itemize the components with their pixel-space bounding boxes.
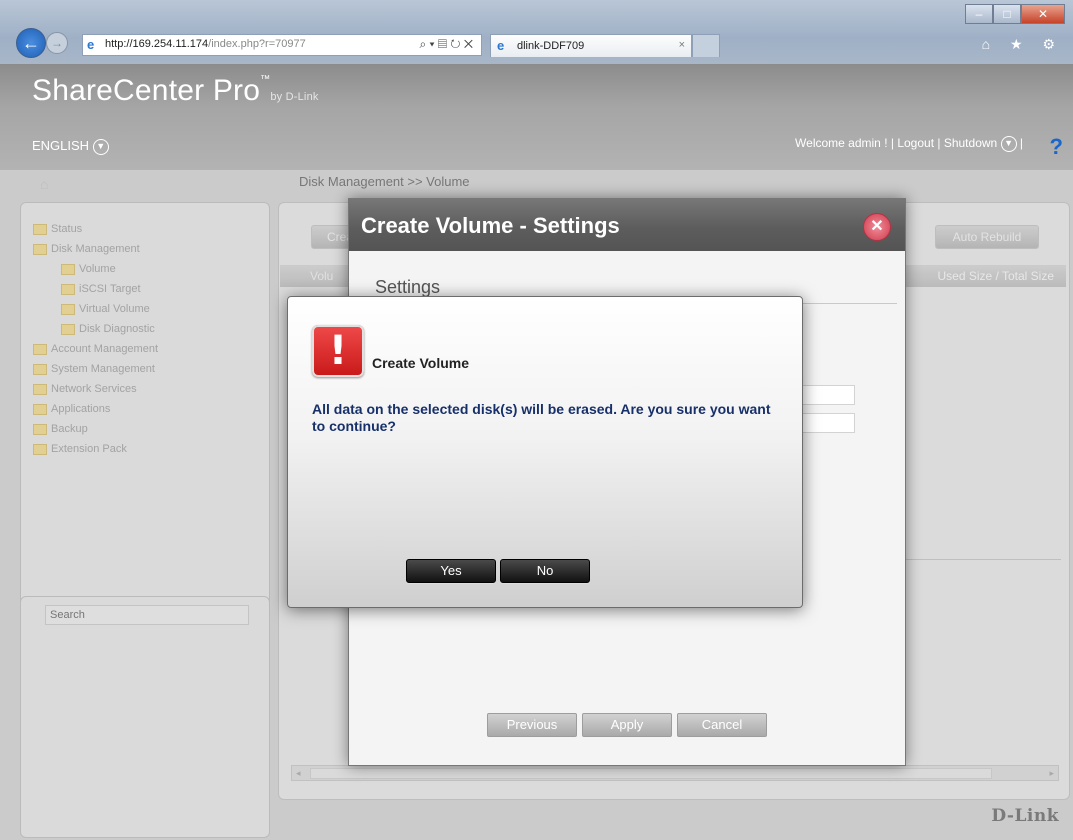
tab-title: dlink-DDF709 xyxy=(517,40,585,52)
language-selector[interactable]: ENGLISH ▼ xyxy=(32,138,109,155)
confirm-message: All data on the selected disk(s) will be… xyxy=(312,401,771,434)
url-text: http://169.254.11.174/index.php?r=70977 xyxy=(105,38,306,50)
ie-icon: e xyxy=(87,37,95,52)
back-arrow-icon[interactable]: ← xyxy=(16,28,46,58)
window-controls: ‒ □ ✕ xyxy=(965,4,1065,24)
yes-button[interactable]: Yes xyxy=(406,559,496,583)
logout-link[interactable]: Logout xyxy=(897,136,934,150)
no-button[interactable]: No xyxy=(500,559,590,583)
help-icon[interactable]: ? xyxy=(1050,134,1063,160)
app-header: ShareCenter Pro™by D-Link ENGLISH ▼ Welc… xyxy=(0,64,1073,170)
settings-footer: Previous Apply Cancel xyxy=(349,699,905,755)
warning-icon: ! xyxy=(312,325,364,377)
browser-chrome: ‒ □ ✕ ← → e http://169.254.11.174/index.… xyxy=(0,0,1073,64)
confirm-dialog-title: Create Volume xyxy=(372,355,469,371)
toolbar-icons[interactable]: ⌂ ★ ⚙ xyxy=(982,36,1063,53)
chevron-down-icon: ▼ xyxy=(92,138,109,155)
forward-arrow-icon[interactable]: → xyxy=(46,32,68,54)
address-bar[interactable]: e http://169.254.11.174/index.php?r=7097… xyxy=(82,34,482,56)
settings-dialog-title: Create Volume - Settings xyxy=(361,213,620,238)
shutdown-link[interactable]: Shutdown xyxy=(944,136,997,150)
apply-button[interactable]: Apply xyxy=(582,713,672,737)
chevron-down-icon[interactable]: ▼ xyxy=(1000,136,1017,152)
close-icon[interactable]: ✕ xyxy=(863,213,891,241)
ie-icon: e xyxy=(497,38,505,53)
previous-button[interactable]: Previous xyxy=(487,713,577,737)
maximize-icon[interactable]: □ xyxy=(993,4,1021,24)
settings-section-title: Settings xyxy=(375,277,441,297)
brand-logo: ShareCenter Pro™by D-Link xyxy=(32,74,319,107)
minimize-icon[interactable]: ‒ xyxy=(965,4,993,24)
cancel-button[interactable]: Cancel xyxy=(677,713,767,737)
close-window-icon[interactable]: ✕ xyxy=(1021,4,1065,24)
new-tab-button[interactable] xyxy=(692,34,720,57)
confirm-dialog: ! Create Volume All data on the selected… xyxy=(287,296,803,608)
settings-titlebar: Create Volume - Settings ✕ xyxy=(349,199,905,251)
user-links: Welcome admin ! | Logout | Shutdown ▼ | xyxy=(795,136,1023,152)
tab-close-icon[interactable]: × xyxy=(679,39,685,51)
browser-tab[interactable]: e dlink-DDF709 × xyxy=(490,34,692,57)
welcome-text: Welcome admin ! xyxy=(795,136,888,151)
address-tools-icons[interactable]: ⌕ ▾ ▤ ↻ ✕ xyxy=(420,37,474,52)
